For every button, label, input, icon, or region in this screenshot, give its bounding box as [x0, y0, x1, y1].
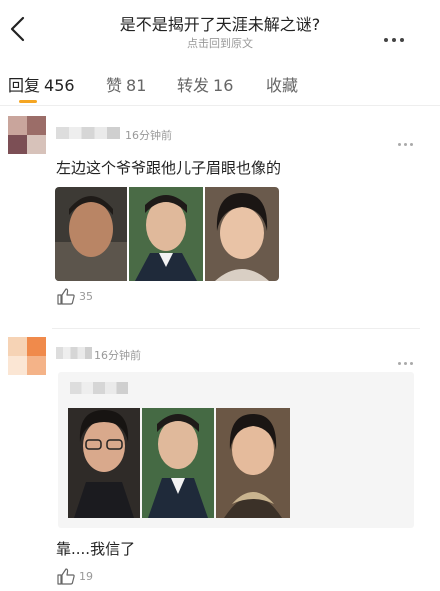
username-blurred[interactable]	[56, 127, 120, 139]
avatar[interactable]	[8, 116, 46, 154]
comment-more-icon[interactable]	[398, 131, 418, 146]
tab-likes[interactable]: 赞 81	[106, 72, 146, 96]
comment-text: 左边这个爷爷跟他儿子眉眼也像的	[56, 159, 282, 177]
tab-count: 16	[213, 76, 234, 95]
username-blurred[interactable]	[56, 347, 92, 359]
comment-time: 16分钟前	[94, 349, 141, 362]
tab-count: 456	[44, 76, 75, 95]
thumbs-up-icon	[57, 288, 75, 305]
active-tab-indicator	[19, 100, 37, 103]
tab-bar: 回复 456 赞 81 转发 16 收藏	[0, 60, 440, 106]
quoted-image[interactable]	[68, 408, 290, 518]
comment-image[interactable]	[55, 187, 279, 281]
like-count: 35	[79, 290, 93, 303]
like-count: 19	[79, 570, 93, 583]
like-button[interactable]: 35	[57, 288, 93, 305]
tab-favorites[interactable]: 收藏	[266, 72, 298, 96]
tab-reposts[interactable]: 转发 16	[177, 72, 233, 96]
tab-replies[interactable]: 回复 456	[8, 72, 75, 96]
avatar[interactable]	[8, 337, 46, 375]
comment-time: 16分钟前	[125, 129, 172, 142]
tab-label: 收藏	[266, 76, 299, 95]
thumbs-up-icon	[57, 568, 75, 585]
quoted-username-blurred	[70, 382, 128, 394]
comment-text: 靠....我信了	[56, 540, 136, 558]
tab-label: 转发	[177, 76, 210, 95]
quoted-reply[interactable]	[58, 372, 414, 528]
like-button[interactable]: 19	[57, 568, 93, 585]
top-bar: 是不是揭开了天涯未解之谜? 点击回到原文	[0, 0, 440, 60]
comment-divider	[52, 328, 420, 329]
tab-label: 赞	[106, 76, 123, 95]
comment-more-icon[interactable]	[398, 350, 418, 365]
post-title[interactable]: 是不是揭开了天涯未解之谜?	[0, 11, 440, 35]
tab-label: 回复	[8, 76, 41, 95]
more-options-icon[interactable]	[384, 27, 412, 42]
tab-count: 81	[126, 76, 147, 95]
back-to-original-link[interactable]: 点击回到原文	[0, 35, 440, 51]
